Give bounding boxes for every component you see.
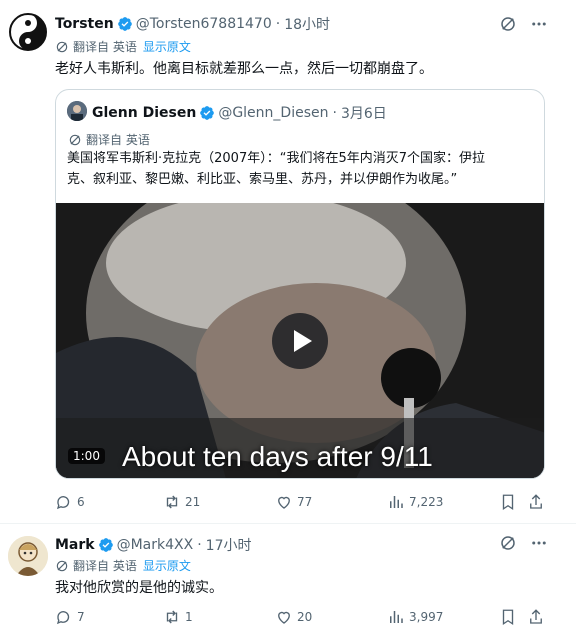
verified-badge-icon <box>200 106 215 120</box>
repost-button[interactable]: 1 <box>163 608 193 626</box>
tweet-mark[interactable]: Mark @Mark4XX · 17小时 翻译自 英语 显示原文 我对他欣赏的是… <box>0 524 576 640</box>
repost-icon <box>166 495 178 509</box>
view-count: 3,997 <box>409 610 444 624</box>
reply-button[interactable]: 7 <box>55 608 85 626</box>
share-icon[interactable] <box>527 608 545 626</box>
cartoon-avatar-icon <box>8 536 48 576</box>
tweet-torsten[interactable]: Torsten @Torsten67881470 · 18小时 翻译自 英语 显… <box>0 0 576 523</box>
analytics-icon <box>390 496 403 508</box>
quoted-translation-note: 翻译自 英语 <box>68 131 150 148</box>
avatar[interactable] <box>8 536 48 576</box>
translated-from-label: 翻译自 英语 <box>86 133 150 147</box>
like-count: 77 <box>297 495 313 509</box>
avatar[interactable] <box>8 12 48 52</box>
grok-icon[interactable] <box>499 15 517 33</box>
author-name[interactable]: Torsten <box>55 16 114 32</box>
repost-icon <box>166 610 178 624</box>
translated-from-label: 翻译自 英语 <box>73 559 137 573</box>
heart-icon <box>278 611 290 624</box>
repost-count: 21 <box>185 495 201 509</box>
author-handle[interactable]: @Mark4XX <box>117 537 194 553</box>
verified-badge-icon <box>117 17 132 31</box>
reply-count: 6 <box>77 495 85 509</box>
like-count: 20 <box>297 610 313 624</box>
translated-from-label: 翻译自 英语 <box>73 40 137 54</box>
video-player[interactable]: About ten days after 9/11 1:00 <box>56 203 544 478</box>
grok-icon[interactable] <box>499 534 517 552</box>
analytics-icon <box>390 611 403 623</box>
yin-yang-icon <box>8 12 48 52</box>
quoted-text-line-2: 克、叙利亚、黎巴嫩、利比亚、索马里、苏丹，并以伊朗作为收尾。” <box>67 172 458 187</box>
share-icon[interactable] <box>527 493 545 511</box>
separator-dot: · <box>275 16 281 32</box>
quoted-avatar[interactable] <box>67 101 87 121</box>
translate-icon <box>56 41 68 52</box>
verified-badge-icon <box>98 538 113 552</box>
translation-note: 翻译自 英语 显示原文 <box>55 38 191 55</box>
reply-icon <box>56 496 70 510</box>
translation-note: 翻译自 英语 显示原文 <box>55 557 191 574</box>
views-button[interactable]: 7,223 <box>387 493 443 511</box>
bookmark-icon[interactable] <box>499 493 517 511</box>
video-caption: About ten days after 9/11 <box>122 441 433 472</box>
heart-icon <box>278 496 290 509</box>
quoted-author-handle: @Glenn_Diesen <box>218 105 329 121</box>
views-button[interactable]: 3,997 <box>387 608 443 626</box>
reply-icon <box>56 611 70 625</box>
quoted-tweet[interactable]: Glenn Diesen @Glenn_Diesen · 3月6日 翻译自 英语… <box>55 89 545 479</box>
quoted-text-line-1: 美国将军韦斯利·克拉克（2007年）：“我们将在5年内消灭7个国家：伊拉 <box>67 151 485 166</box>
show-original-link[interactable]: 显示原文 <box>143 38 191 55</box>
separator-dot: · <box>197 537 202 553</box>
quoted-author-name[interactable]: Glenn Diesen <box>92 105 196 121</box>
like-button[interactable]: 77 <box>275 493 312 511</box>
play-button[interactable] <box>272 313 328 369</box>
separator-dot: · <box>332 105 337 121</box>
repost-count: 1 <box>185 610 193 624</box>
repost-button[interactable]: 21 <box>163 493 200 511</box>
person-photo-icon <box>67 101 87 121</box>
translate-icon <box>69 134 81 145</box>
translate-icon <box>56 560 68 571</box>
tweet-text: 我对他欣赏的是他的诚实。 <box>55 580 223 596</box>
reply-count: 7 <box>77 610 85 624</box>
reply-button[interactable]: 6 <box>55 493 85 511</box>
view-count: 7,223 <box>409 495 444 509</box>
more-options-icon[interactable] <box>530 534 548 552</box>
more-options-icon[interactable] <box>530 15 548 33</box>
bookmark-icon[interactable] <box>499 608 517 626</box>
quoted-date: 3月6日 <box>340 106 387 122</box>
author-name[interactable]: Mark <box>55 537 95 553</box>
timestamp[interactable]: 18小时 <box>284 14 330 34</box>
like-button[interactable]: 20 <box>275 608 312 626</box>
tweet-text: 老好人韦斯利。他离目标就差那么一点，然后一切都崩盘了。 <box>55 61 433 77</box>
video-duration: 1:00 <box>68 448 105 464</box>
show-original-link[interactable]: 显示原文 <box>143 557 191 574</box>
author-handle[interactable]: @Torsten67881470 <box>136 16 272 32</box>
timestamp[interactable]: 17小时 <box>206 535 252 555</box>
